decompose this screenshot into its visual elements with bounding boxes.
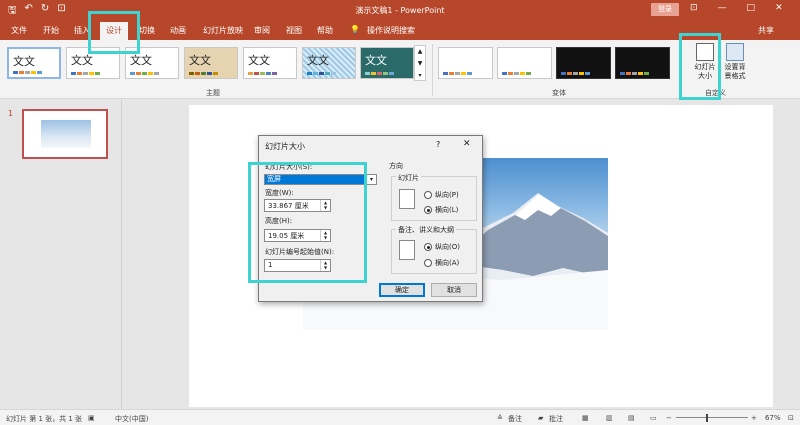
- slide-size-select[interactable]: 宽屏 ▾: [264, 174, 377, 185]
- width-field[interactable]: 33.867 厘米 ▲ ▼: [264, 199, 331, 212]
- format-background-icon: [726, 43, 744, 61]
- close-icon[interactable]: ✕: [775, 3, 783, 13]
- dialog-title: 幻灯片大小: [265, 142, 305, 151]
- title-bar: 🖫 ↶ ↻ ⊡ 演示文稿1 - PowerPoint 登录 ⊡ — □ ✕: [0, 0, 800, 20]
- comments-icon[interactable]: ▰: [538, 414, 543, 422]
- spinner-icon[interactable]: ▲ ▼: [320, 260, 330, 271]
- ribbon-tabs: 文件 开始 插入 设计 切换 动画 幻灯片放映 审阅 视图 帮助 💡 操作说明搜…: [0, 20, 800, 40]
- theme-3[interactable]: 文文: [125, 47, 179, 79]
- format-background-button[interactable]: 设置背 景格式: [720, 43, 750, 81]
- variants-group-label: 变体: [552, 89, 566, 97]
- slide-size-dialog: 幻灯片大小 ? ✕ 幻灯片大小(S): 宽屏 ▾ 宽度(W): 33.867 厘…: [258, 135, 483, 302]
- start-number-field[interactable]: 1 ▲ ▼: [264, 259, 331, 272]
- cancel-button[interactable]: 取消: [431, 283, 477, 297]
- slide-size-button[interactable]: 幻灯片 大小: [690, 43, 720, 81]
- height-label: 高度(H):: [265, 217, 293, 225]
- spinner-icon[interactable]: ▲ ▼: [320, 230, 330, 241]
- tab-design[interactable]: 设计: [100, 22, 128, 40]
- thumbnail-image: [41, 120, 91, 148]
- tab-insert[interactable]: 插入: [74, 25, 90, 36]
- comments-button[interactable]: 批注: [549, 414, 563, 424]
- theme-office[interactable]: 文文: [7, 47, 61, 79]
- portrait-page-icon: [399, 189, 415, 209]
- divider: [680, 44, 681, 96]
- zoom-slider-thumb[interactable]: [706, 414, 708, 422]
- ribbon-design: 文文 文文 文文 文文 文文 文文 文文 ▲ ▼ ▾ 主题 变体 幻灯片 大小 …: [0, 40, 800, 99]
- notes-landscape-radio[interactable]: 横向(A): [424, 258, 459, 268]
- variant-2[interactable]: [497, 47, 552, 79]
- variant-1[interactable]: [438, 47, 493, 79]
- themes-group-label: 主题: [206, 89, 220, 97]
- tab-transitions[interactable]: 切换: [139, 25, 155, 36]
- tab-file[interactable]: 文件: [11, 25, 27, 36]
- tab-view[interactable]: 视图: [286, 25, 302, 36]
- zoom-in-icon[interactable]: +: [751, 414, 757, 422]
- slide-size-value: 宽屏: [265, 175, 366, 184]
- slide-sorter-icon[interactable]: ▥: [606, 414, 613, 422]
- reading-view-icon[interactable]: ▤: [628, 414, 635, 422]
- restore-icon[interactable]: □: [747, 3, 756, 13]
- start-number-label: 幻灯片编号起始值(N):: [265, 248, 335, 256]
- window-controls: ⊡ — □ ✕: [690, 3, 783, 13]
- minimize-icon[interactable]: —: [718, 3, 727, 13]
- variant-3[interactable]: [556, 47, 611, 79]
- themes-gallery-scroll[interactable]: ▲ ▼ ▾: [414, 45, 426, 81]
- ok-button[interactable]: 确定: [379, 283, 425, 297]
- slides-landscape-radio[interactable]: 横向(L): [424, 205, 458, 215]
- notes-button[interactable]: 备注: [508, 414, 522, 424]
- slide-size-icon: [696, 43, 714, 61]
- tab-slideshow[interactable]: 幻灯片放映: [203, 25, 243, 36]
- status-bar: 幻灯片 第 1 张，共 1 张 ▣ 中文(中国) ≙ 备注 ▰ 批注 ▦ ▥ ▤…: [0, 409, 800, 425]
- normal-view-icon[interactable]: ▦: [582, 414, 589, 422]
- slides-portrait-radio[interactable]: 纵向(P): [424, 190, 459, 200]
- slide-size-label: 幻灯片大小(S):: [265, 163, 313, 171]
- width-label: 宽度(W):: [265, 189, 294, 197]
- tab-home[interactable]: 开始: [43, 25, 59, 36]
- tab-help[interactable]: 帮助: [317, 25, 333, 36]
- theme-7[interactable]: 文文: [360, 47, 414, 79]
- slide-number: 1: [8, 109, 14, 118]
- height-field[interactable]: 19.05 厘米 ▲ ▼: [264, 229, 331, 242]
- slide-counter: 幻灯片 第 1 张，共 1 张: [6, 415, 83, 423]
- theme-4[interactable]: 文文: [184, 47, 238, 79]
- spellcheck-icon[interactable]: ▣: [88, 414, 95, 422]
- fit-slide-icon[interactable]: ⊡: [788, 414, 794, 422]
- window-title: 演示文稿1 - PowerPoint: [355, 6, 445, 15]
- slide-thumbnails-pane: 1: [0, 100, 122, 409]
- notes-icon[interactable]: ≙: [497, 414, 503, 422]
- dialog-close-icon[interactable]: ✕: [463, 139, 471, 149]
- notes-page-icon: [399, 240, 415, 260]
- ribbon-display-options-icon[interactable]: ⊡: [690, 3, 698, 13]
- slideshow-icon[interactable]: ▭: [650, 414, 657, 422]
- language-status[interactable]: 中文(中国): [115, 414, 148, 424]
- lightbulb-icon: 💡: [350, 25, 360, 34]
- notes-portrait-radio[interactable]: 纵向(O): [424, 242, 460, 252]
- theme-6[interactable]: 文文: [302, 47, 356, 79]
- divider: [432, 44, 433, 96]
- theme-2[interactable]: 文文: [66, 47, 120, 79]
- customize-group-label: 自定义: [705, 89, 726, 97]
- slide-thumbnail[interactable]: [22, 109, 108, 159]
- notes-group-label: 备注、讲义和大纲: [396, 225, 456, 235]
- login-button[interactable]: 登录: [651, 3, 679, 16]
- zoom-out-icon[interactable]: −: [666, 414, 672, 422]
- chevron-down-icon[interactable]: ▾: [366, 175, 376, 184]
- theme-5[interactable]: 文文: [243, 47, 297, 79]
- zoom-level[interactable]: 67%: [765, 414, 781, 422]
- share-button[interactable]: 共享: [758, 25, 774, 36]
- tab-animations[interactable]: 动画: [170, 25, 186, 36]
- zoom-slider[interactable]: [676, 417, 748, 418]
- slides-group-label: 幻灯片: [396, 173, 421, 183]
- tab-review[interactable]: 审阅: [254, 25, 270, 36]
- spinner-icon[interactable]: ▲ ▼: [320, 200, 330, 211]
- orientation-label: 方向: [389, 162, 403, 170]
- variant-4[interactable]: [615, 47, 670, 79]
- help-icon[interactable]: ?: [436, 140, 440, 149]
- tell-me-search[interactable]: 操作说明搜索: [367, 25, 415, 36]
